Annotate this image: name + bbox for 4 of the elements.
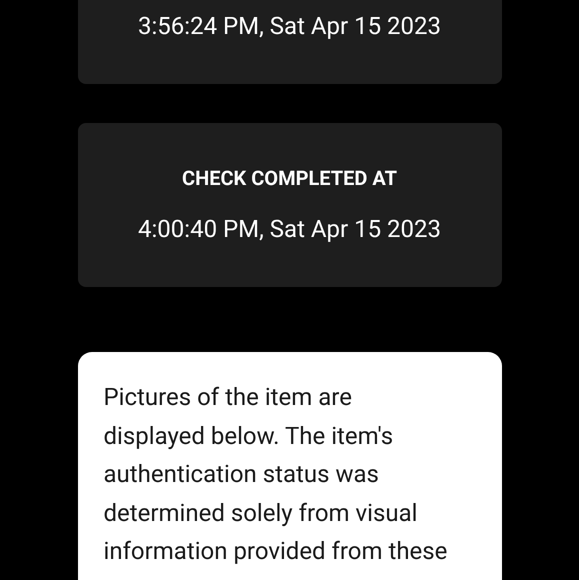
notice-paragraph: Pictures of the item are displayed below. The item's authentication status was determined solely from visual information provided from these (104, 382, 448, 567)
timestamp-text: 3:56:24 PM, Sat Apr 15 2023 (138, 11, 441, 42)
card-heading: CHECK COMPLETED AT (182, 165, 397, 191)
timestamp-text: 4:00:40 PM, Sat Apr 15 2023 (138, 214, 441, 245)
